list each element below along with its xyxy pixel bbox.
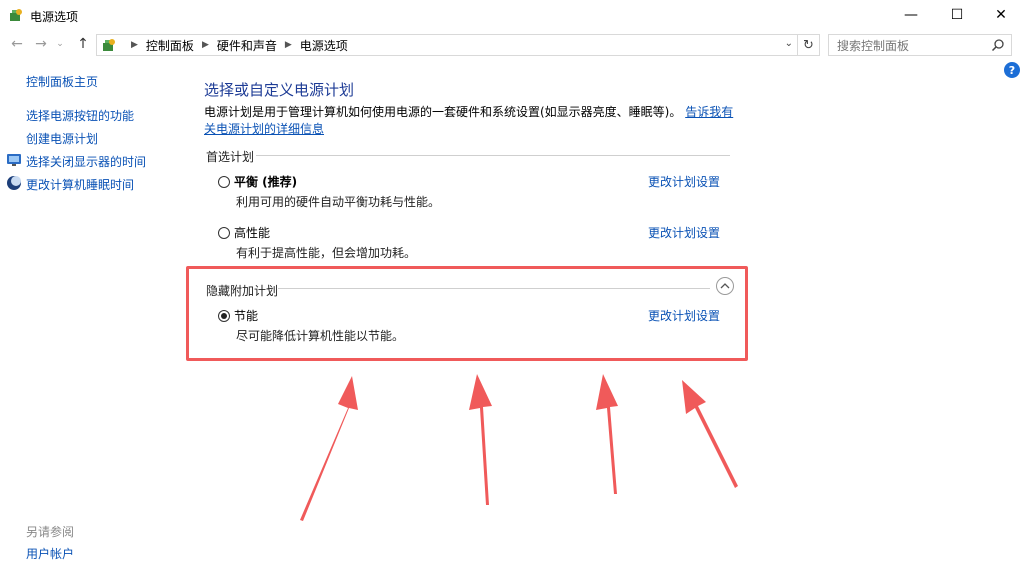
sidebar-item-display-off[interactable]: 选择关闭显示器的时间	[26, 153, 146, 170]
recent-locations-button[interactable]: ⌄	[54, 34, 66, 54]
annotation-arrow-2	[469, 374, 492, 505]
breadcrumb-hardware-sound[interactable]: 硬件和声音	[217, 37, 277, 54]
control-panel-icon	[103, 39, 115, 51]
plan-desc-high-performance: 有利于提高性能，但会增加功耗。	[236, 246, 417, 260]
search-placeholder: 搜索控制面板	[837, 38, 910, 53]
sidebar-item-control-panel-home[interactable]: 控制面板主页	[26, 73, 98, 90]
sidebar-item-sleep-time[interactable]: 更改计算机睡眠时间	[26, 176, 134, 193]
title-bar: 电源选项 — ☐ ✕	[0, 0, 1024, 30]
radio-high-performance[interactable]	[218, 227, 230, 239]
forward-button[interactable]: →	[32, 34, 50, 54]
annotation-arrow-4	[682, 380, 738, 488]
navigation-bar: ← → ⌄ ↑ ▶ 控制面板 ▶ 硬件和声音 ▶ 电源选项 ⌄ ↻ 搜索控制面板	[0, 30, 1024, 58]
moon-icon	[7, 176, 21, 190]
back-button[interactable]: ←	[8, 34, 26, 54]
chevron-down-icon[interactable]: ⌄	[785, 38, 793, 49]
window-title: 电源选项	[30, 10, 79, 24]
preferred-plans-heading: 首选计划	[206, 150, 255, 164]
annotation-highlight-box	[186, 266, 748, 361]
monitor-icon	[7, 154, 21, 166]
address-bar[interactable]: ▶ 控制面板 ▶ 硬件和声音 ▶ 电源选项 ⌄	[96, 34, 798, 56]
see-also-heading: 另请参阅	[26, 525, 75, 539]
search-input[interactable]: 搜索控制面板	[828, 34, 1012, 56]
breadcrumb-power-options[interactable]: 电源选项	[300, 37, 348, 54]
divider	[256, 155, 730, 156]
annotation-arrow-3	[596, 374, 618, 494]
change-plan-settings-high-performance[interactable]: 更改计划设置	[648, 224, 720, 241]
annotation-arrow-1	[300, 376, 358, 521]
description-text: 电源计划是用于管理计算机如何使用电源的一套硬件和系统设置(如显示器亮度、睡眠等)…	[204, 105, 682, 119]
maximize-button[interactable]: ☐	[934, 0, 980, 30]
sidebar-item-create-plan[interactable]: 创建电源计划	[26, 130, 98, 147]
chevron-right-icon: ▶	[131, 40, 138, 50]
change-plan-settings-balanced[interactable]: 更改计划设置	[648, 173, 720, 190]
plan-desc-balanced: 利用可用的硬件自动平衡功耗与性能。	[236, 195, 441, 209]
power-options-icon	[10, 9, 22, 21]
sidebar-item-power-button[interactable]: 选择电源按钮的功能	[26, 107, 134, 124]
up-button[interactable]: ↑	[74, 34, 92, 54]
plan-name-balanced[interactable]: 平衡 (推荐)	[234, 173, 297, 190]
plan-name-high-performance[interactable]: 高性能	[234, 224, 270, 241]
page-title: 选择或自定义电源计划	[204, 81, 355, 99]
help-icon[interactable]: ?	[1004, 62, 1020, 78]
chevron-right-icon: ▶	[284, 40, 292, 50]
refresh-button[interactable]: ↻	[798, 34, 820, 56]
page-description: 电源计划是用于管理计算机如何使用电源的一套硬件和系统设置(如显示器亮度、睡眠等)…	[204, 104, 734, 138]
close-button[interactable]: ✕	[978, 0, 1024, 30]
sidebar-item-user-accounts[interactable]: 用户帐户	[26, 545, 74, 562]
minimize-button[interactable]: —	[888, 0, 934, 30]
radio-balanced[interactable]	[218, 176, 230, 188]
breadcrumb-control-panel[interactable]: 控制面板	[146, 37, 194, 54]
chevron-right-icon: ▶	[201, 40, 209, 50]
search-icon[interactable]	[991, 38, 1005, 52]
